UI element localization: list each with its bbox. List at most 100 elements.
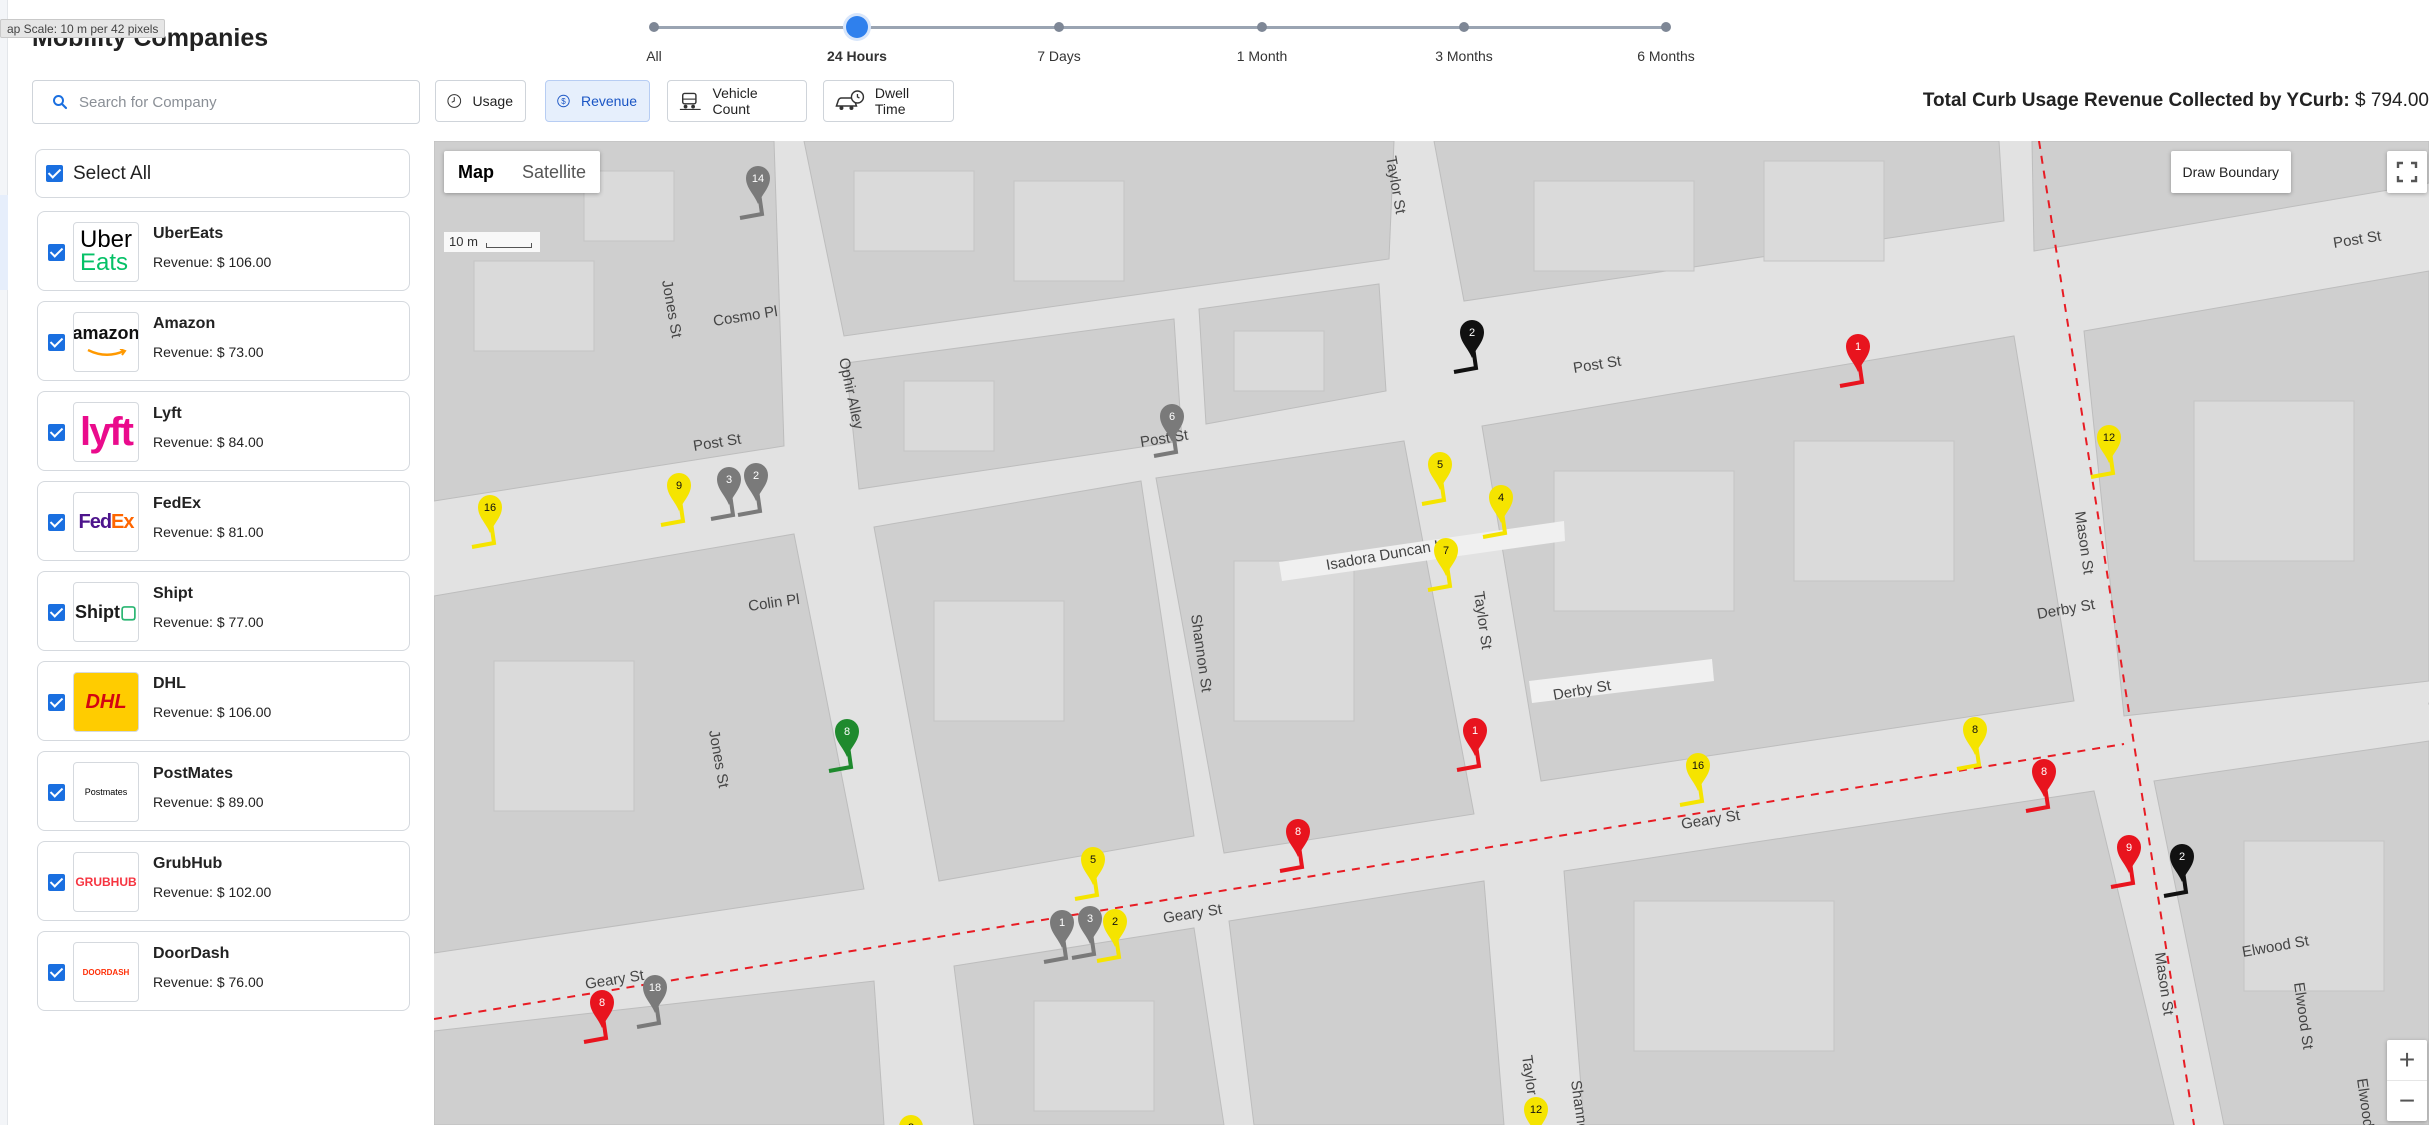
company-revenue: Revenue: $ 102.00 bbox=[153, 884, 272, 900]
building bbox=[493, 660, 635, 812]
company-checkbox[interactable] bbox=[48, 784, 65, 801]
company-checkbox[interactable] bbox=[48, 514, 65, 531]
usage-button-label: Usage bbox=[472, 93, 513, 109]
company-revenue: Revenue: $ 84.00 bbox=[153, 434, 264, 450]
draw-boundary-button[interactable]: Draw Boundary bbox=[2170, 151, 2291, 193]
company-checkbox[interactable] bbox=[48, 244, 65, 261]
company-card-fedex[interactable]: FedEx FedEx Revenue: $ 81.00 bbox=[37, 481, 410, 561]
company-card-ubereats[interactable]: Uber Eats UberEats Revenue: $ 106.00 bbox=[37, 211, 410, 291]
map-type-map[interactable]: Map bbox=[444, 151, 508, 193]
company-card-doordash[interactable]: DOORDASH DoorDash Revenue: $ 76.00 bbox=[37, 931, 410, 1011]
amazon-smile-icon bbox=[87, 347, 127, 356]
time-option-3-months[interactable]: 3 Months bbox=[1374, 14, 1554, 64]
company-name: Amazon bbox=[153, 315, 216, 332]
time-option-7-days[interactable]: 7 Days bbox=[969, 14, 1149, 64]
building bbox=[853, 170, 975, 252]
fedex-logo: FedEx bbox=[73, 492, 139, 552]
company-checkbox[interactable] bbox=[48, 424, 65, 441]
time-slider-handle[interactable] bbox=[846, 16, 868, 38]
select-all-checkbox[interactable] bbox=[46, 165, 63, 182]
company-revenue: Revenue: $ 76.00 bbox=[153, 974, 264, 990]
logo-text: DHL bbox=[85, 690, 127, 713]
building bbox=[2243, 840, 2385, 992]
company-card-dhl[interactable]: DHL DHL Revenue: $ 106.00 bbox=[37, 661, 410, 741]
company-card-lyft[interactable]: lyft Lyft Revenue: $ 84.00 bbox=[37, 391, 410, 471]
logo-text: Postmates bbox=[84, 787, 128, 797]
usage-button[interactable]: Usage bbox=[435, 80, 526, 122]
map-type-toggle: Map Satellite bbox=[444, 151, 601, 193]
building bbox=[1233, 330, 1325, 392]
map-type-satellite[interactable]: Satellite bbox=[508, 151, 600, 193]
dwell-time-button-label: Dwell Time bbox=[874, 85, 910, 117]
logo-text: Fed bbox=[78, 510, 112, 533]
dwell-time-button[interactable]: Dwell Time bbox=[823, 80, 954, 122]
company-revenue: Revenue: $ 73.00 bbox=[153, 344, 264, 360]
map-canvas[interactable]: Jones StJones StCosmo PlOphir AlleyPost … bbox=[434, 141, 2429, 1125]
logo-text: Eats bbox=[79, 249, 129, 276]
fullscreen-button[interactable] bbox=[2387, 151, 2427, 193]
company-revenue: Revenue: $ 81.00 bbox=[153, 524, 264, 540]
company-name: Shipt bbox=[153, 585, 193, 602]
select-all-row[interactable]: Select All bbox=[35, 149, 410, 198]
dollar-icon: $ bbox=[557, 94, 570, 108]
time-option-label: 1 Month bbox=[1236, 48, 1288, 64]
select-all-label: Select All bbox=[73, 162, 152, 184]
time-range-slider[interactable]: All 24 Hours 7 Days 1 Month 3 Months 6 M… bbox=[630, 14, 1720, 64]
grubhub-logo: GRUBHUB bbox=[73, 852, 139, 912]
postmates-logo: Postmates bbox=[73, 762, 139, 822]
total-revenue-label: Total Curb Usage Revenue Collected by YC… bbox=[1922, 90, 2350, 111]
marker-count: 2 bbox=[1469, 327, 1475, 339]
company-name: FedEx bbox=[153, 495, 202, 512]
building bbox=[1033, 1000, 1155, 1112]
vehicle-icon bbox=[679, 92, 701, 111]
company-card-shipt[interactable]: Shipt▢ Shipt Revenue: $ 77.00 bbox=[37, 571, 410, 651]
company-name: Lyft bbox=[153, 405, 182, 422]
company-revenue: Revenue: $ 106.00 bbox=[153, 254, 272, 270]
marker-count: 3 bbox=[1087, 913, 1093, 925]
time-option-24-hours[interactable]: 24 Hours bbox=[767, 14, 947, 64]
svg-text:$: $ bbox=[561, 97, 566, 106]
logo-text: GRUBHUB bbox=[75, 875, 137, 889]
time-dot bbox=[1459, 22, 1469, 32]
building bbox=[1633, 900, 1835, 1052]
time-option-1-month[interactable]: 1 Month bbox=[1172, 14, 1352, 64]
left-edge-strip bbox=[0, 0, 8, 1125]
company-name: UberEats bbox=[153, 225, 224, 242]
time-option-6-months[interactable]: 6 Months bbox=[1576, 14, 1756, 64]
search-input[interactable] bbox=[79, 81, 409, 123]
marker-count: 2 bbox=[1112, 916, 1118, 928]
company-card-amazon[interactable]: amazon Amazon Revenue: $ 73.00 bbox=[37, 301, 410, 381]
company-checkbox[interactable] bbox=[48, 694, 65, 711]
map-scale-label: 10 m bbox=[449, 234, 478, 249]
building bbox=[1793, 440, 1955, 582]
logo-text: Ex bbox=[111, 510, 134, 533]
marker-count: 16 bbox=[484, 502, 496, 514]
marker-count: 18 bbox=[649, 982, 661, 994]
time-option-all[interactable]: All bbox=[564, 14, 744, 64]
marker-count: 16 bbox=[1692, 760, 1704, 772]
total-revenue: Total Curb Usage Revenue Collected by YC… bbox=[1923, 90, 2429, 112]
company-checkbox[interactable] bbox=[48, 334, 65, 351]
logo-text: DOORDASH bbox=[82, 967, 130, 977]
building bbox=[933, 600, 1065, 722]
company-card-grubhub[interactable]: GRUBHUB GrubHub Revenue: $ 102.00 bbox=[37, 841, 410, 921]
car-clock-icon bbox=[835, 90, 865, 110]
company-card-postmates[interactable]: Postmates PostMates Revenue: $ 89.00 bbox=[37, 751, 410, 831]
vehicle-count-button[interactable]: Vehicle Count bbox=[667, 80, 807, 122]
company-checkbox[interactable] bbox=[48, 964, 65, 981]
company-revenue: Revenue: $ 77.00 bbox=[153, 614, 264, 630]
time-option-label: All bbox=[646, 48, 662, 64]
time-option-label: 24 Hours bbox=[827, 48, 887, 64]
map-view[interactable]: Jones St Jones St Cosmo Pl Ophir Alley Post … bbox=[434, 141, 2429, 1125]
company-revenue: Revenue: $ 89.00 bbox=[153, 794, 264, 810]
page: { "page_title": "Mobility Companies", "s… bbox=[0, 0, 2429, 1125]
building bbox=[903, 380, 995, 452]
time-option-label: 6 Months bbox=[1637, 48, 1695, 64]
zoom-in-button[interactable]: + bbox=[2387, 1040, 2427, 1080]
company-checkbox[interactable] bbox=[48, 604, 65, 621]
building bbox=[1233, 560, 1355, 722]
zoom-out-button[interactable]: − bbox=[2387, 1081, 2427, 1121]
revenue-button[interactable]: $ Revenue bbox=[545, 80, 650, 122]
company-checkbox[interactable] bbox=[48, 874, 65, 891]
lyft-logo: lyft bbox=[73, 402, 139, 462]
